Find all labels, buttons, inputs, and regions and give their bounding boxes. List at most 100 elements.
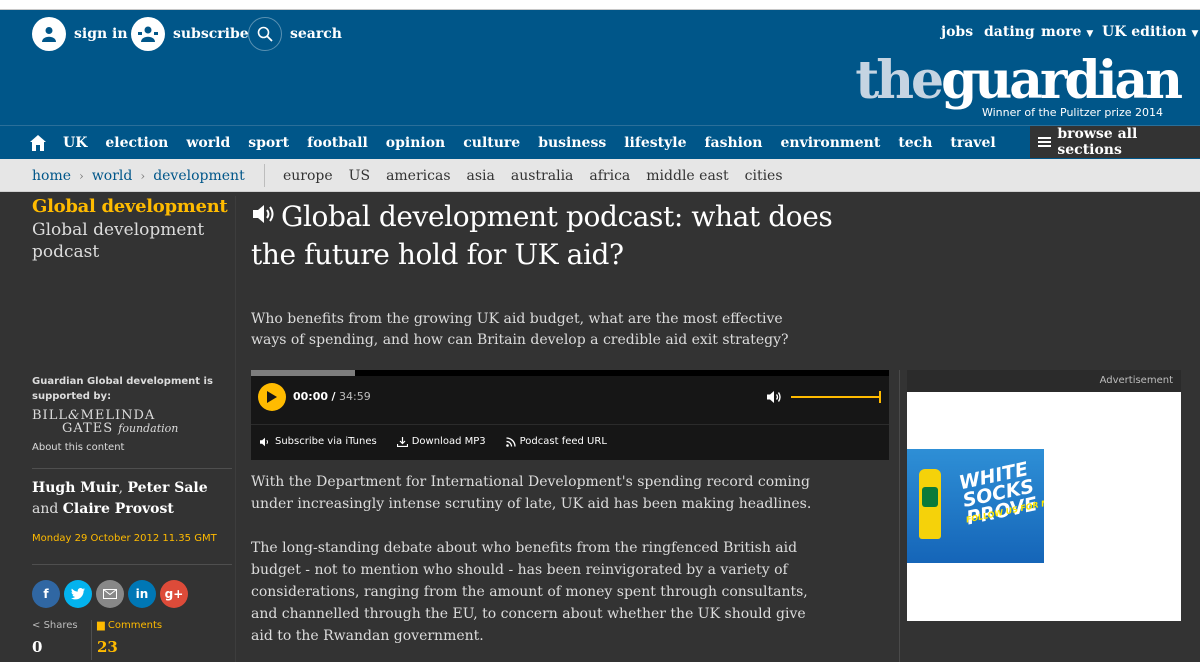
menu-icon bbox=[1038, 135, 1052, 149]
chevron-right-icon: › bbox=[140, 168, 146, 183]
breadcrumb-world[interactable]: world bbox=[92, 168, 133, 184]
comments-label-text: Comments bbox=[107, 620, 163, 631]
article-meta-top: Global development Global development po… bbox=[32, 196, 232, 263]
home-icon[interactable] bbox=[30, 135, 46, 155]
rss-icon bbox=[505, 436, 516, 447]
share-icon: < bbox=[32, 620, 41, 631]
subnav-item-americas[interactable]: americas bbox=[386, 168, 450, 184]
ad-bottle-graphic bbox=[919, 469, 941, 539]
byline: Hugh Muir, Peter Sale and Claire Provost bbox=[32, 478, 232, 520]
counts-divider bbox=[91, 620, 92, 660]
sign-in-link[interactable]: sign in bbox=[32, 17, 128, 51]
subnav-item-europe[interactable]: europe bbox=[283, 168, 333, 184]
breadcrumb-home[interactable]: home bbox=[32, 168, 71, 184]
subscribe-link[interactable]: subscribe bbox=[131, 17, 249, 51]
advertisement-slot[interactable]: WHITE SOCKS PROVE IT! FOLLOW US FOR MORE bbox=[907, 392, 1181, 621]
subnav-item-middle-east[interactable]: middle east bbox=[646, 168, 728, 184]
guardian-logo[interactable]: theguardian Winner of the Pulitzer prize… bbox=[855, 54, 1183, 120]
google-plus-share-icon[interactable]: g+ bbox=[160, 580, 188, 608]
browse-all-sections-button[interactable]: browse all sections bbox=[1030, 126, 1200, 158]
search-link[interactable]: search bbox=[248, 17, 342, 51]
article-headline: Global development podcast: what does th… bbox=[251, 199, 861, 273]
edition-menu[interactable]: UK edition ▼ bbox=[1102, 24, 1198, 40]
download-mp3-link[interactable]: Download MP3 bbox=[396, 436, 486, 447]
ad-column-divider bbox=[899, 370, 900, 662]
current-time: 00:00 bbox=[293, 390, 329, 403]
nav-item-culture[interactable]: culture bbox=[463, 135, 520, 151]
podcast-feed-label: Podcast feed URL bbox=[519, 436, 607, 447]
edition-label: UK edition bbox=[1102, 24, 1187, 40]
nav-item-lifestyle[interactable]: lifestyle bbox=[624, 135, 686, 151]
audio-player: 00:00 / 34:59 Subscribe via iTunes Downl… bbox=[251, 370, 889, 460]
about-this-content-link[interactable]: About this content bbox=[32, 442, 124, 453]
sub-nav: home › world › development europe US ame… bbox=[0, 159, 1200, 192]
more-menu[interactable]: more ▼ bbox=[1041, 24, 1093, 40]
series-title[interactable]: Global development podcast bbox=[32, 219, 232, 263]
subnav-divider bbox=[264, 164, 265, 187]
shares-count: 0 bbox=[32, 638, 43, 656]
subnav-item-us[interactable]: US bbox=[349, 168, 370, 184]
gates-foundation-logo[interactable]: BILL&MELINDA GATES foundation bbox=[32, 409, 178, 435]
email-share-icon[interactable] bbox=[96, 580, 124, 608]
twitter-share-icon[interactable] bbox=[64, 580, 92, 608]
user-icon bbox=[32, 17, 66, 51]
standfirst: Who benefits from the growing UK aid bud… bbox=[251, 311, 789, 348]
nav-item-fashion[interactable]: fashion bbox=[705, 135, 763, 151]
main-nav: UK election world sport football opinion… bbox=[0, 125, 1200, 159]
jobs-link[interactable]: jobs bbox=[941, 24, 973, 40]
play-button[interactable] bbox=[258, 383, 286, 411]
column-divider bbox=[235, 196, 236, 662]
meta-divider bbox=[32, 468, 232, 469]
body-paragraph: The long-standing debate about who benef… bbox=[251, 540, 808, 644]
podcast-feed-link[interactable]: Podcast feed URL bbox=[505, 436, 607, 447]
nav-item-business[interactable]: business bbox=[538, 135, 606, 151]
nav-item-election[interactable]: election bbox=[105, 135, 168, 151]
comments-count[interactable]: 23 bbox=[97, 638, 118, 656]
subnav-items: europe US americas asia australia africa… bbox=[283, 159, 799, 192]
nav-item-uk[interactable]: UK bbox=[63, 135, 87, 151]
chevron-right-icon: › bbox=[79, 168, 84, 183]
speaker-icon bbox=[251, 198, 277, 234]
download-mp3-label: Download MP3 bbox=[411, 436, 486, 447]
subnav-item-australia[interactable]: australia bbox=[511, 168, 574, 184]
dating-link[interactable]: dating bbox=[984, 24, 1035, 40]
author-claire-provost[interactable]: Claire Provost bbox=[63, 501, 174, 517]
body-paragraph: With the Department for International De… bbox=[251, 474, 812, 512]
nav-item-sport[interactable]: sport bbox=[248, 135, 289, 151]
section-title[interactable]: Global development bbox=[32, 196, 232, 218]
progress-track[interactable] bbox=[251, 370, 889, 376]
subscribe-itunes-link[interactable]: Subscribe via iTunes bbox=[259, 436, 377, 447]
headline-text: Global development podcast: what does th… bbox=[251, 200, 833, 271]
volume-handle[interactable] bbox=[879, 391, 881, 403]
nav-item-opinion[interactable]: opinion bbox=[386, 135, 445, 151]
shares-label: < Shares bbox=[32, 620, 78, 631]
site-header: sign in subscribe search jobs dating mor… bbox=[0, 10, 1200, 125]
podcast-links: Subscribe via iTunes Download MP3 Podcas… bbox=[259, 436, 627, 447]
subnav-item-africa[interactable]: africa bbox=[589, 168, 630, 184]
nav-item-world[interactable]: world bbox=[186, 135, 230, 151]
breadcrumb-development[interactable]: development bbox=[153, 168, 245, 184]
subnav-item-cities[interactable]: cities bbox=[745, 168, 783, 184]
sponsor-gates: GATES bbox=[62, 421, 114, 436]
volume-icon[interactable] bbox=[766, 389, 782, 408]
facebook-share-icon[interactable]: f bbox=[32, 580, 60, 608]
nav-item-travel[interactable]: travel bbox=[950, 135, 995, 151]
nav-item-tech[interactable]: tech bbox=[898, 135, 932, 151]
browse-label: browse all sections bbox=[1057, 126, 1138, 158]
comments-link[interactable]: ▆ Comments bbox=[97, 620, 162, 631]
chevron-down-icon: ▼ bbox=[1086, 29, 1094, 39]
subscribe-itunes-label: Subscribe via iTunes bbox=[275, 436, 377, 447]
nav-item-football[interactable]: football bbox=[307, 135, 368, 151]
author-hugh-muir[interactable]: Hugh Muir bbox=[32, 480, 119, 496]
chevron-down-icon: ▼ bbox=[1191, 29, 1199, 39]
meta-divider bbox=[32, 564, 232, 565]
author-peter-sale[interactable]: Peter Sale bbox=[128, 480, 208, 496]
nav-item-environment[interactable]: environment bbox=[781, 135, 881, 151]
volume-slider[interactable] bbox=[791, 396, 881, 398]
shares-label-text: Shares bbox=[43, 620, 78, 631]
advertisement-image[interactable]: WHITE SOCKS PROVE IT! FOLLOW US FOR MORE bbox=[907, 449, 1044, 563]
byline-and: and bbox=[32, 501, 59, 517]
browser-top-strip bbox=[0, 0, 1200, 10]
linkedin-share-icon[interactable]: in bbox=[128, 580, 156, 608]
subnav-item-asia[interactable]: asia bbox=[467, 168, 495, 184]
